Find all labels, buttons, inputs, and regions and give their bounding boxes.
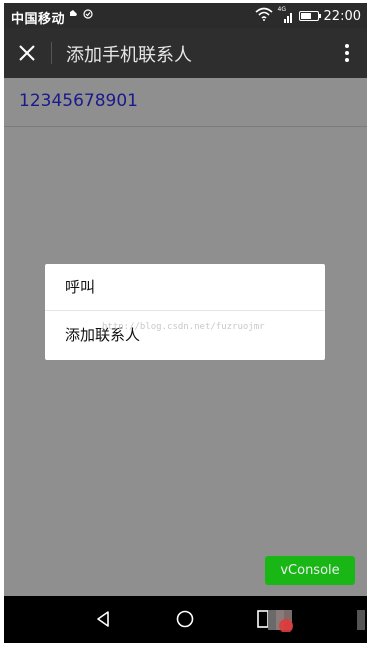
nav-edge-marker [357, 610, 365, 630]
recent-apps-icon [257, 610, 293, 633]
status-icons: 4G 22:00 [255, 6, 361, 25]
page-title: 添加手机联系人 [66, 45, 192, 66]
clock: 22:00 [323, 8, 361, 24]
signal-icon: 4G [278, 6, 294, 24]
battery-fill [300, 13, 311, 19]
navigation-bar [4, 596, 367, 643]
home-button[interactable] [175, 609, 195, 629]
close-icon [19, 45, 35, 61]
vconsole-button[interactable]: vConsole [265, 556, 355, 585]
status-bar: 中国移动 4G 22:00 [4, 3, 367, 28]
title-bar: 添加手机联系人 [4, 28, 367, 78]
carrier-label: 中国移动 [11, 12, 66, 27]
shield-icon [83, 9, 93, 23]
wifi-icon [255, 7, 273, 25]
phone-screen: 中国移动 4G 22:00 添加手机联系人 12345678901 呼叫 添加联… [4, 3, 367, 643]
cloud-icon [68, 9, 78, 21]
action-dialog: 呼叫 添加联系人 [45, 264, 325, 360]
phone-number-link[interactable]: 12345678901 [19, 91, 138, 111]
dialog-item-call[interactable]: 呼叫 [45, 264, 325, 311]
close-button[interactable] [14, 40, 40, 66]
phone-number-row[interactable]: 12345678901 [4, 78, 367, 127]
battery-icon [298, 11, 321, 21]
more-button[interactable] [337, 40, 357, 66]
more-vertical-icon [345, 44, 349, 62]
home-circle-icon [176, 610, 194, 628]
title-divider [51, 42, 52, 64]
recent-apps-button[interactable] [256, 608, 306, 633]
dialog-item-add-contact[interactable]: 添加联系人 [45, 312, 325, 359]
back-triangle-icon [97, 611, 109, 627]
back-button[interactable] [94, 609, 114, 629]
